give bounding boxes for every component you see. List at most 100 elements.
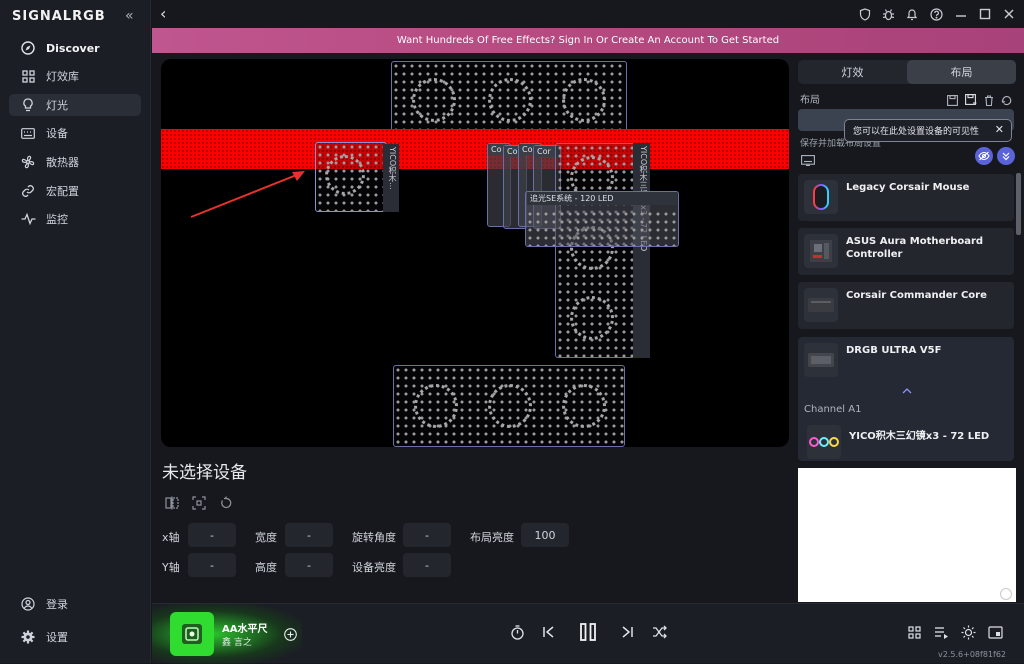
visibility-tooltip: 您可以在此处设置设备的可见性 ✕ xyxy=(844,119,1012,142)
layout-delete-icon[interactable] xyxy=(984,91,994,110)
sidebar-item-cooling[interactable]: 散热器 xyxy=(9,151,141,173)
layout-brightness-input[interactable]: 100 xyxy=(521,523,569,547)
chevron-up-icon[interactable] xyxy=(902,387,912,397)
bell-icon[interactable] xyxy=(904,6,920,22)
layout-refresh-icon[interactable] xyxy=(1001,91,1012,110)
sidebar-item-label: 登录 xyxy=(46,598,68,611)
collapse-all-icon[interactable] xyxy=(997,147,1015,165)
sign-in-banner[interactable]: Want Hundreds Of Free Effects? Sign In O… xyxy=(152,28,1024,53)
height-input[interactable]: - xyxy=(285,553,333,577)
sidebar-item-macros[interactable]: 宏配置 xyxy=(9,180,141,202)
device-name: Legacy Corsair Mouse xyxy=(846,182,970,193)
rotation-input[interactable]: - xyxy=(403,523,451,547)
sidebar-item-label: 宏配置 xyxy=(46,185,79,198)
sidebar-item-label: 监控 xyxy=(46,213,68,226)
pulse-icon xyxy=(20,211,36,227)
sidebar-item-monitor[interactable]: 监控 xyxy=(9,208,141,230)
info-icon xyxy=(1000,588,1012,600)
device-name: ASUS Aura Motherboard Controller xyxy=(846,236,984,260)
sidebar-item-devices[interactable]: 设备 xyxy=(9,122,141,144)
add-favorite-icon[interactable] xyxy=(284,626,297,645)
layout-save-icon[interactable] xyxy=(947,91,958,110)
selected-device-title: 未选择设备 xyxy=(162,463,247,483)
compass-icon xyxy=(20,40,36,56)
sidebar-item-discover[interactable]: Discover xyxy=(9,37,141,59)
bulb-icon xyxy=(20,97,36,113)
sidebar-item-label: 设置 xyxy=(46,631,68,644)
sidebar-item-label: 灯效库 xyxy=(46,70,79,83)
x-axis-input[interactable]: - xyxy=(188,523,236,547)
app-logo: SIGNALRGB xyxy=(12,9,106,24)
keyboard-icon xyxy=(20,125,36,141)
tab-effects[interactable]: 灯效 xyxy=(798,60,907,84)
sidebar-item-lighting[interactable]: 灯光 xyxy=(9,94,141,116)
device-name: DRGB ULTRA V5F xyxy=(846,345,942,356)
rotation-label: 旋转角度 xyxy=(352,531,396,544)
y-axis-input[interactable]: - xyxy=(188,553,236,577)
motherboard-thumbnail-icon xyxy=(804,234,838,268)
device-card-drgb-ultra-v5f[interactable]: DRGB ULTRA V5F Channel A1 YICO积木三幻镜x3 - … xyxy=(798,337,1014,461)
fit-icon[interactable] xyxy=(192,495,206,514)
timer-icon[interactable] xyxy=(507,622,527,642)
annotation-arrow xyxy=(190,171,305,218)
mini-player-icon[interactable] xyxy=(985,622,1005,642)
device-card-corsair-commander-core[interactable]: Corsair Commander Core xyxy=(798,282,1014,329)
brightness-icon[interactable] xyxy=(958,622,978,642)
grid-view-icon[interactable] xyxy=(904,622,924,642)
visibility-toggle-icon[interactable] xyxy=(975,147,993,165)
tooltip-close-icon[interactable]: ✕ xyxy=(995,123,1004,136)
effect-author: 鑫 言之 xyxy=(222,638,252,648)
device-card-legacy-corsair-mouse[interactable]: Legacy Corsair Mouse xyxy=(798,174,1014,221)
help-icon[interactable] xyxy=(928,6,944,22)
device-brightness-input[interactable]: - xyxy=(403,553,451,577)
width-input[interactable]: - xyxy=(285,523,333,547)
sidebar-item-label: 散热器 xyxy=(46,156,79,169)
user-icon xyxy=(20,596,36,612)
y-axis-label: Y轴 xyxy=(162,561,180,574)
sidebar-item-effects-library[interactable]: 灯效库 xyxy=(9,65,141,87)
next-icon[interactable] xyxy=(617,622,637,642)
previous-icon[interactable] xyxy=(539,622,559,642)
maximize-icon[interactable] xyxy=(977,6,993,22)
controller-thumbnail-icon xyxy=(804,288,838,322)
sidebar-item-settings[interactable]: 设置 xyxy=(9,626,141,648)
playlist-icon[interactable] xyxy=(931,622,951,642)
sidebar-item-label: 设备 xyxy=(46,127,68,140)
shield-icon[interactable] xyxy=(857,6,873,22)
reset-icon[interactable] xyxy=(219,495,233,514)
layout-canvas[interactable]: YICO积木... Co Co Co Cor YICO积木三幻镜x3 - 72 … xyxy=(161,59,789,447)
width-label: 宽度 xyxy=(255,531,277,544)
gear-icon xyxy=(20,629,36,645)
double-chevron-left-icon[interactable]: « xyxy=(125,8,134,24)
back-button[interactable]: ‹ xyxy=(160,4,166,23)
banner-text: Want Hundreds Of Free Effects? Sign In O… xyxy=(396,35,780,46)
device-name: Corsair Commander Core xyxy=(846,290,987,301)
device-list-scrollbar[interactable] xyxy=(1016,173,1021,235)
sidebar: SIGNALRGB « Discover 灯效库 灯光 设备 散热器 宏配置 监… xyxy=(0,0,151,663)
minimize-icon[interactable] xyxy=(953,6,969,22)
drgb-controller-thumbnail-icon xyxy=(804,343,838,377)
mirror-icon[interactable] xyxy=(165,495,179,514)
link-icon xyxy=(20,183,36,199)
bug-icon[interactable] xyxy=(880,6,896,22)
channel-label: Channel A1 xyxy=(804,404,862,415)
pause-icon[interactable] xyxy=(576,619,600,645)
effect-thumbnail[interactable] xyxy=(170,612,214,656)
layout-save-as-icon[interactable] xyxy=(965,91,977,110)
fan-thumbnail-icon xyxy=(807,425,841,459)
close-icon[interactable] xyxy=(1001,6,1017,22)
blank-panel xyxy=(798,468,1016,602)
tooltip-text: 您可以在此处设置设备的可见性 xyxy=(853,127,980,137)
keyboard-layout-icon[interactable] xyxy=(801,151,815,170)
device-card-asus-aura-motherboard[interactable]: ASUS Aura Motherboard Controller xyxy=(798,228,1014,275)
grid-icon xyxy=(20,68,36,84)
shuffle-icon[interactable] xyxy=(649,622,669,642)
layout-brightness-label: 布局亮度 xyxy=(470,531,514,544)
tab-layout[interactable]: 布局 xyxy=(907,60,1016,84)
sidebar-item-login[interactable]: 登录 xyxy=(9,593,141,615)
channel-device-name: YICO积木三幻镜x3 - 72 LED xyxy=(849,431,990,442)
effect-title: AA水平尺 xyxy=(222,624,268,635)
sidebar-item-label: Discover xyxy=(46,41,100,55)
right-panel-tabs: 灯效 布局 xyxy=(798,60,1016,84)
mouse-thumbnail-icon xyxy=(804,180,838,214)
